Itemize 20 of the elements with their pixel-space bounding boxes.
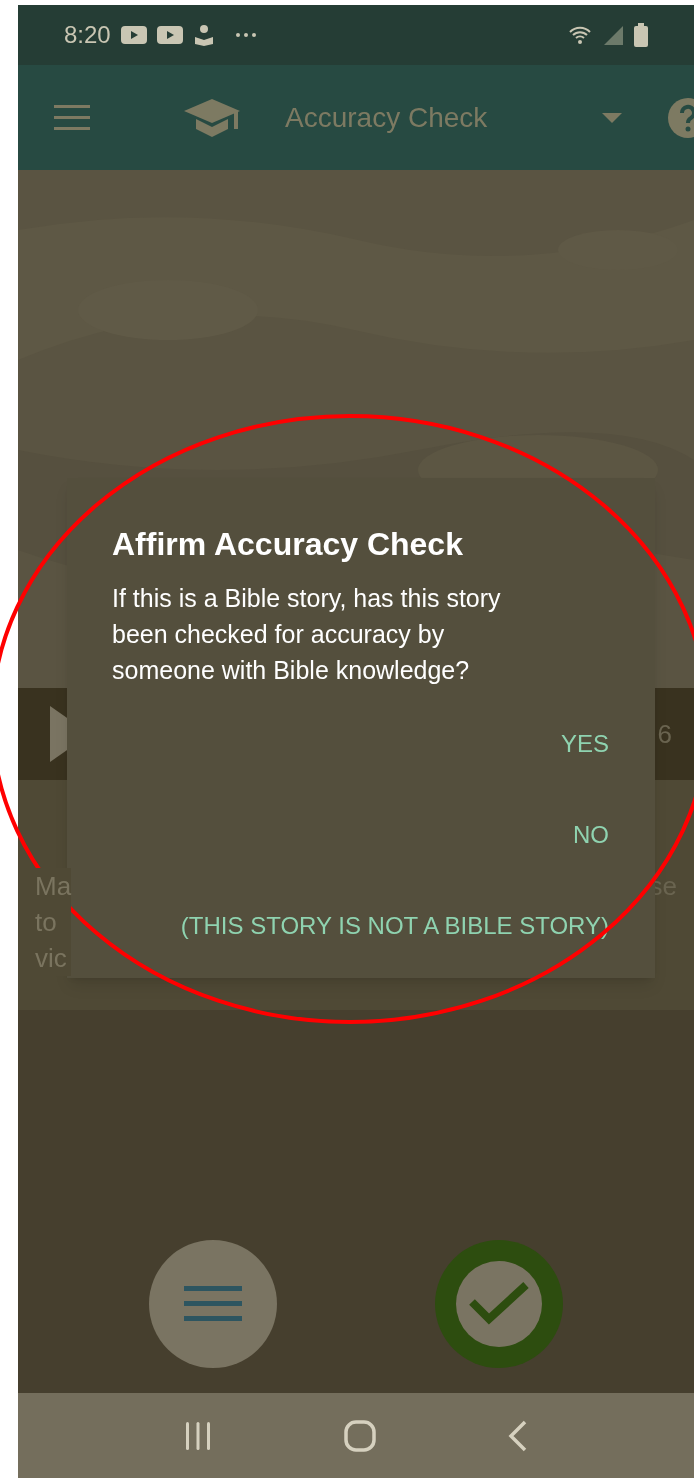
dialog-button[interactable]: (THIS STORY IS NOT A BIBLE STORY) [164,880,625,971]
dialog-button[interactable]: NO [557,789,625,880]
person-reading-icon [192,24,215,46]
wifi-icon [568,25,592,45]
dialog-title: Affirm Accuracy Check [112,525,464,564]
dropdown-caret-icon[interactable] [602,112,622,123]
more-dots-icon [234,32,257,38]
signal-icon [602,24,624,46]
check-icon [469,1282,529,1326]
status-time: 8:20 [64,20,111,50]
battery-icon [634,23,648,47]
recent-apps-icon[interactable] [184,1421,212,1450]
dialog-message: If this is a Bible story, has this story been checked for accuracy by someone with Bible knowledge? [112,583,502,686]
video-icon [156,26,183,44]
back-icon[interactable] [508,1419,528,1452]
video-icon [120,26,147,44]
home-icon[interactable] [344,1419,376,1452]
dialog-button[interactable]: YES [544,698,625,789]
menu-icon[interactable] [54,104,90,131]
menu-icon [184,1286,242,1322]
